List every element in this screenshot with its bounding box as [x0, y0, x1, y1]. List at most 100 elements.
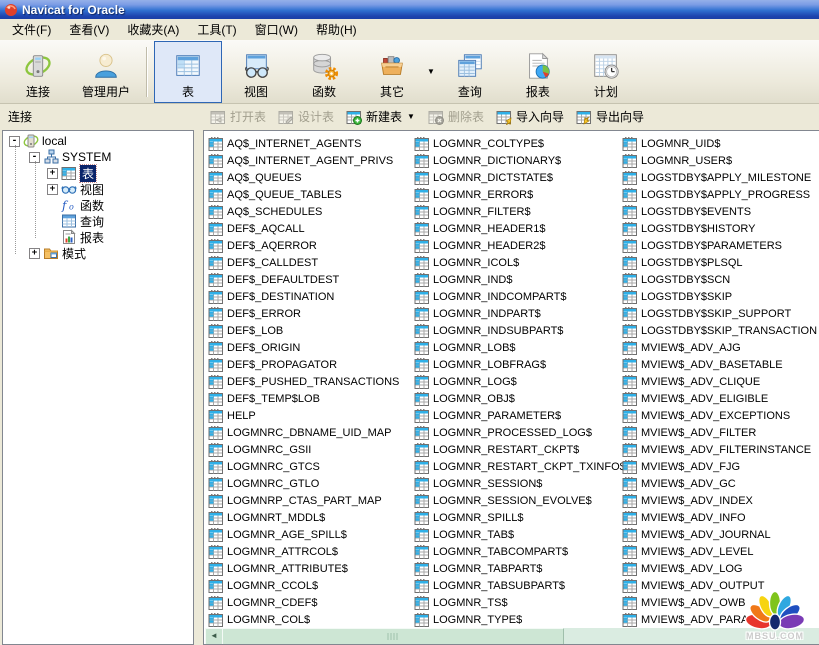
tree-node-schema[interactable]: + 模式 [3, 245, 193, 261]
table-row[interactable]: LOGMNR_IND$ [414, 271, 620, 288]
table-row[interactable]: LOGMNR_CDEF$ [208, 594, 414, 611]
toolbar-button-reports[interactable]: 报表 [504, 41, 572, 103]
menu-item[interactable]: 工具(T) [188, 18, 245, 41]
toolbar-button-connection[interactable]: 连接 [4, 41, 72, 103]
table-row[interactable]: LOGSTDBY$SKIP_TRANSACTION [622, 322, 819, 339]
table-row[interactable]: MVIEW$_ADV_FJG [622, 458, 819, 475]
table-row[interactable]: LOGMNRT_MDDL$ [208, 509, 414, 526]
menu-item[interactable]: 文件(F) [3, 18, 60, 41]
table-row[interactable]: LOGSTDBY$APPLY_MILESTONE [622, 169, 819, 186]
table-row[interactable]: MVIEW$_ADV_BASETABLE [622, 356, 819, 373]
tree-node-views[interactable]: + 视图 [3, 181, 193, 197]
menu-item[interactable]: 收藏夹(A) [118, 18, 188, 41]
toolbar-button-queries[interactable]: 查询 [436, 41, 504, 103]
design-table-button[interactable]: 设计表 [278, 108, 334, 125]
table-row[interactable]: HELP [208, 407, 414, 424]
table-row[interactable]: LOGMNR_HEADER1$ [414, 220, 620, 237]
table-row[interactable]: LOGMNR_ERROR$ [414, 186, 620, 203]
table-row[interactable]: DEF$_PROPAGATOR [208, 356, 414, 373]
table-row[interactable]: LOGMNR_HEADER2$ [414, 237, 620, 254]
menu-item[interactable]: 帮助(H) [307, 18, 366, 41]
table-row[interactable]: LOGMNR_TYPE$ [414, 611, 620, 628]
toolbar-button-tables[interactable]: 表 [154, 41, 222, 103]
table-row[interactable]: LOGMNR_AGE_SPILL$ [208, 526, 414, 543]
toolbar-button-views[interactable]: 视图 [222, 41, 290, 103]
table-row[interactable]: LOGMNR_UID$ [622, 135, 819, 152]
table-row[interactable]: LOGMNR_DICTSTATE$ [414, 169, 620, 186]
table-row[interactable]: LOGSTDBY$PARAMETERS [622, 237, 819, 254]
table-row[interactable]: MVIEW$_ADV_GC [622, 475, 819, 492]
table-row[interactable]: LOGMNR_TABPART$ [414, 560, 620, 577]
scroll-left-arrow[interactable]: ◄ [205, 628, 223, 645]
table-row[interactable]: MVIEW$_ADV_CLIQUE [622, 373, 819, 390]
table-row[interactable]: MVIEW$_ADV_INDEX [622, 492, 819, 509]
table-row[interactable]: LOGMNR_CCOL$ [208, 577, 414, 594]
table-row[interactable]: LOGMNR_RESTART_CKPT_TXINFO$ [414, 458, 620, 475]
table-row[interactable]: LOGMNR_USER$ [622, 152, 819, 169]
tree-node-local[interactable]: - local [3, 133, 193, 149]
expander-icon[interactable]: + [47, 168, 58, 179]
table-row[interactable]: LOGMNRC_DBNAME_UID_MAP [208, 424, 414, 441]
table-row[interactable]: MVIEW$_ADV_ELIGIBLE [622, 390, 819, 407]
table-row[interactable]: DEF$_ORIGIN [208, 339, 414, 356]
table-row[interactable]: MVIEW$_ADV_FILTER [622, 424, 819, 441]
table-row[interactable]: DEF$_CALLDEST [208, 254, 414, 271]
table-row[interactable]: LOGSTDBY$HISTORY [622, 220, 819, 237]
table-row[interactable]: DEF$_AQERROR [208, 237, 414, 254]
table-row[interactable]: LOGMNR_COL$ [208, 611, 414, 628]
table-row[interactable]: LOGSTDBY$EVENTS [622, 203, 819, 220]
table-row[interactable]: AQ$_QUEUE_TABLES [208, 186, 414, 203]
table-row[interactable]: LOGMNR_LOBFRAG$ [414, 356, 620, 373]
table-row[interactable]: LOGMNRC_GTLO [208, 475, 414, 492]
tree-node-reports[interactable]: 报表 [3, 229, 193, 245]
table-row[interactable]: LOGMNR_PARAMETER$ [414, 407, 620, 424]
open-table-button[interactable]: 打开表 [210, 108, 266, 125]
table-row[interactable]: MVIEW$_ADV_FILTERINSTANCE [622, 441, 819, 458]
import-wizard-button[interactable]: 导入向导 [496, 108, 564, 125]
table-row[interactable]: AQ$_INTERNET_AGENTS [208, 135, 414, 152]
table-row[interactable]: LOGMNRP_CTAS_PART_MAP [208, 492, 414, 509]
toolbar-button-functions[interactable]: 函数 [290, 41, 358, 103]
table-row[interactable]: LOGMNR_SESSION$ [414, 475, 620, 492]
table-row[interactable]: MVIEW$_ADV_LOG [622, 560, 819, 577]
table-row[interactable]: LOGMNR_INDSUBPART$ [414, 322, 620, 339]
table-row[interactable]: MVIEW$_ADV_AJG [622, 339, 819, 356]
new-table-dropdown-arrow[interactable]: ▼ [407, 112, 415, 121]
table-row[interactable]: DEF$_DEFAULTDEST [208, 271, 414, 288]
table-row[interactable]: LOGMNR_TABCOMPART$ [414, 543, 620, 560]
table-row[interactable]: LOGMNR_ATTRIBUTE$ [208, 560, 414, 577]
toolbar-button-manage-users[interactable]: 管理用户 [72, 41, 140, 103]
tree-node-queries[interactable]: 查询 [3, 213, 193, 229]
table-row[interactable]: AQ$_QUEUES [208, 169, 414, 186]
table-row[interactable]: MVIEW$_ADV_JOURNAL [622, 526, 819, 543]
table-row[interactable]: LOGMNR_LOG$ [414, 373, 620, 390]
table-row[interactable]: LOGMNR_INDCOMPART$ [414, 288, 620, 305]
table-row[interactable]: LOGSTDBY$APPLY_PROGRESS [622, 186, 819, 203]
toolbar-button-schedules[interactable]: 计划 [572, 41, 640, 103]
table-row[interactable]: LOGMNR_TABSUBPART$ [414, 577, 620, 594]
table-row[interactable]: AQ$_INTERNET_AGENT_PRIVS [208, 152, 414, 169]
menu-item[interactable]: 窗口(W) [246, 18, 307, 41]
table-row[interactable]: MVIEW$_ADV_LEVEL [622, 543, 819, 560]
table-row[interactable]: LOGMNR_SESSION_EVOLVE$ [414, 492, 620, 509]
table-row[interactable]: AQ$_SCHEDULES [208, 203, 414, 220]
table-row[interactable]: LOGMNR_SPILL$ [414, 509, 620, 526]
table-row[interactable]: DEF$_DESTINATION [208, 288, 414, 305]
table-row[interactable]: LOGMNR_COLTYPE$ [414, 135, 620, 152]
table-row[interactable]: MVIEW$_ADV_EXCEPTIONS [622, 407, 819, 424]
tree-node-functions[interactable]: f o 函数 [3, 197, 193, 213]
tree-node-tables[interactable]: + 表 [3, 165, 193, 181]
table-row[interactable]: LOGMNR_LOB$ [414, 339, 620, 356]
table-row[interactable]: MVIEW$_ADV_INFO [622, 509, 819, 526]
table-row[interactable]: LOGMNRC_GSII [208, 441, 414, 458]
table-row[interactable]: LOGMNR_TS$ [414, 594, 620, 611]
menu-item[interactable]: 查看(V) [60, 18, 118, 41]
tree-node-system[interactable]: - SYSTEM [3, 149, 193, 165]
table-row[interactable]: LOGMNR_OBJ$ [414, 390, 620, 407]
table-row[interactable]: DEF$_ERROR [208, 305, 414, 322]
expander-icon[interactable]: + [47, 184, 58, 195]
table-row[interactable]: LOGMNR_INDPART$ [414, 305, 620, 322]
table-row[interactable]: LOGMNR_DICTIONARY$ [414, 152, 620, 169]
new-table-button[interactable]: 新建表 ▼ [346, 108, 416, 125]
table-row[interactable]: DEF$_TEMP$LOB [208, 390, 414, 407]
